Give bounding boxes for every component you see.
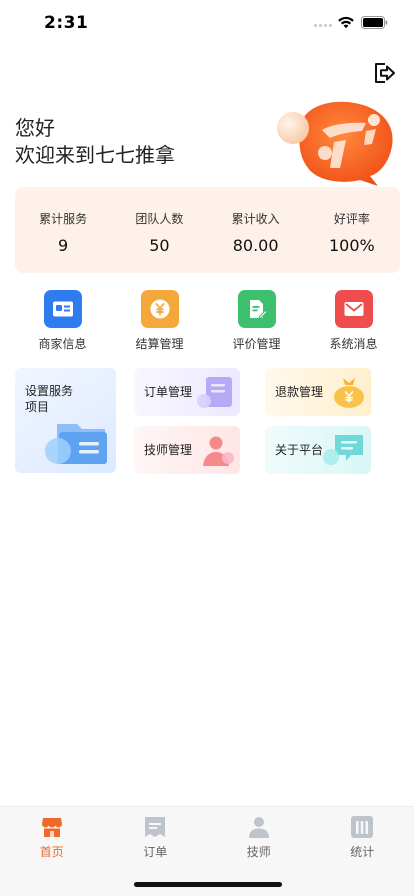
tile-label: 关于平台 xyxy=(275,443,324,457)
person-icon xyxy=(248,817,269,838)
tab-label: 订单 xyxy=(143,845,168,859)
chat-bubble-icon xyxy=(323,435,363,465)
stat-value: 100% xyxy=(329,236,375,255)
yuan-coin-icon xyxy=(140,290,179,328)
stat-value: 50 xyxy=(149,236,170,255)
tile-label: 技师管理 xyxy=(144,443,193,457)
id-card-icon xyxy=(43,290,82,328)
shop-icon xyxy=(41,818,62,837)
tile-label: 退款管理 xyxy=(275,385,324,399)
mascot-logo xyxy=(277,101,393,186)
quick-label: 系统消息 xyxy=(329,337,378,351)
quick-system-messages[interactable]: 系统消息 xyxy=(305,290,402,352)
greeting: 您好 欢迎来到七七推拿 xyxy=(15,115,175,169)
quick-label: 商家信息 xyxy=(38,337,87,351)
greeting-welcome: 欢迎来到七七推拿 xyxy=(15,143,175,167)
stats-card: 累计服务 9 团队人数 50 累计收入 80.00 好评率 100% xyxy=(15,187,400,273)
tab-home[interactable]: 首页 xyxy=(0,807,104,896)
tile-orders[interactable]: 订单管理 xyxy=(134,368,240,416)
quick-reviews[interactable]: 评价管理 xyxy=(208,290,305,352)
greeting-hello: 您好 xyxy=(15,116,55,140)
stat-rating: 好评率 100% xyxy=(304,187,400,273)
stat-label: 好评率 xyxy=(333,212,370,226)
tile-technicians[interactable]: 技师管理 xyxy=(134,426,240,474)
envelope-icon xyxy=(334,290,373,328)
stat-label: 累计收入 xyxy=(231,212,280,226)
tab-label: 技师 xyxy=(246,845,271,859)
money-bag-icon xyxy=(334,378,364,408)
status-time: 2:31 xyxy=(44,13,89,33)
order-list-icon xyxy=(145,817,166,837)
status-bar: 2:31 xyxy=(0,0,414,48)
stat-label: 团队人数 xyxy=(135,212,184,226)
stat-total-services: 累计服务 9 xyxy=(15,187,111,273)
order-doc-icon xyxy=(197,377,232,408)
tile-refunds[interactable]: 退款管理 xyxy=(265,368,371,416)
technician-icon xyxy=(203,436,234,466)
stat-label: 累计服务 xyxy=(39,212,88,226)
stat-total-income: 累计收入 80.00 xyxy=(208,187,304,273)
quick-merchant-info[interactable]: 商家信息 xyxy=(14,290,111,352)
bar-stats-icon xyxy=(351,816,374,838)
stat-team-size: 团队人数 50 xyxy=(111,187,207,273)
tile-service-setup[interactable]: 设置服务 项目 xyxy=(15,368,116,473)
document-edit-icon xyxy=(237,290,276,328)
folder-icon xyxy=(45,424,107,464)
tile-label: 订单管理 xyxy=(144,385,193,399)
tab-label: 统计 xyxy=(350,845,375,859)
stat-value: 9 xyxy=(58,236,69,255)
tile-label: 设置服务 项目 xyxy=(25,384,74,414)
stat-value: 80.00 xyxy=(232,236,279,255)
quick-actions: 商家信息 结算管理 评价管理 系统消息 xyxy=(14,290,402,352)
tile-about-platform[interactable]: 关于平台 xyxy=(265,426,371,474)
quick-settlement[interactable]: 结算管理 xyxy=(111,290,208,352)
tab-statistics[interactable]: 统计 xyxy=(311,807,414,896)
wifi-icon xyxy=(338,16,354,29)
quick-label: 结算管理 xyxy=(135,337,184,351)
battery-icon xyxy=(361,16,388,29)
tab-label: 首页 xyxy=(39,845,64,859)
home-indicator xyxy=(134,882,282,887)
quick-label: 评价管理 xyxy=(232,337,281,351)
logout-icon[interactable] xyxy=(372,61,396,85)
cellular-signal-icon xyxy=(314,24,332,27)
